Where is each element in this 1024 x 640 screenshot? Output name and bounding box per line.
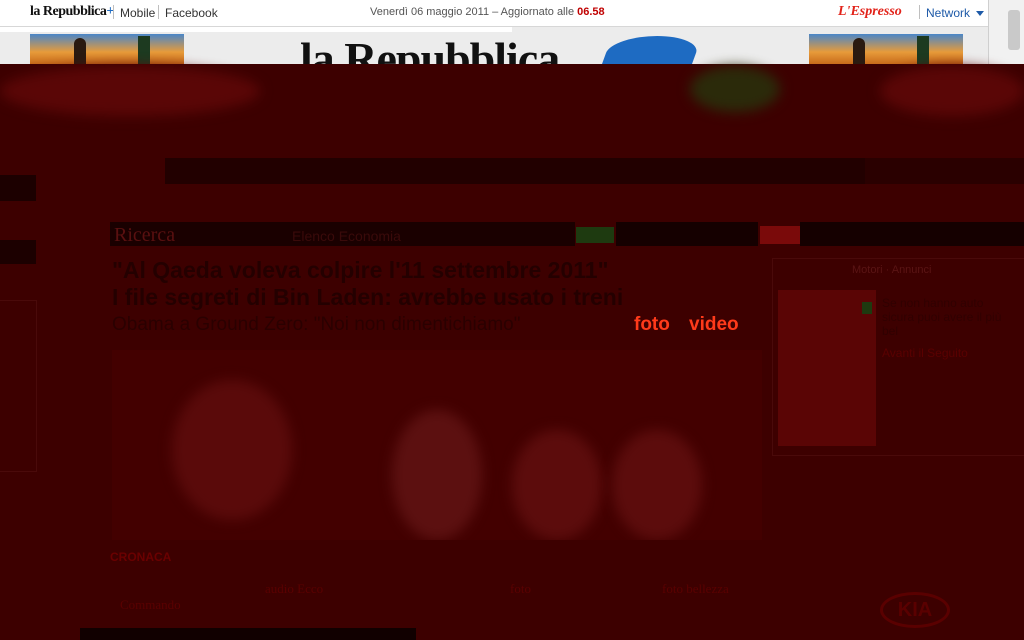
cronaca-label[interactable]: CRONACA (110, 550, 171, 564)
section-bar-right (800, 222, 1024, 246)
video-link[interactable]: video (689, 314, 739, 336)
headline-line-2[interactable]: I file segreti di Bin Laden: avrebbe usa… (112, 284, 762, 311)
left-panel (0, 300, 37, 472)
section-button[interactable] (760, 226, 800, 244)
navbar-right[interactable] (865, 158, 1024, 184)
separator (158, 5, 159, 19)
article-summary[interactable]: Obama a Ground Zero: "Noi non dimentichi… (112, 314, 520, 336)
section-title[interactable]: Ricerca (114, 224, 175, 247)
repubblica-logo[interactable]: la Repubblica (300, 30, 700, 64)
sidebar-link[interactable]: Avanti il Seguito (882, 346, 968, 360)
main-navbar[interactable] (165, 158, 865, 184)
scrollbar-thumb[interactable] (1008, 10, 1020, 50)
section-bar-mid (616, 222, 758, 246)
left-tab[interactable] (0, 175, 36, 201)
decoration (690, 66, 780, 112)
photo-figure (512, 430, 602, 540)
left-tab-2[interactable] (0, 240, 36, 264)
kia-ad-logo[interactable]: KIA (880, 592, 950, 628)
main-photo[interactable] (112, 350, 762, 540)
separator (919, 5, 920, 19)
espresso-link[interactable]: L'Espresso (838, 4, 902, 20)
headline-line-1[interactable]: "Al Qaeda voleva colpire l'11 settembre … (112, 257, 762, 284)
network-menu[interactable]: Network (926, 6, 985, 20)
photo-figure (392, 410, 482, 540)
header-ad-left[interactable] (30, 34, 184, 64)
sidebar-box-title[interactable]: Motori · Annunci (852, 264, 931, 276)
bullet-icon (862, 302, 872, 314)
bottom-bar (80, 628, 416, 640)
foto-bellezza-link[interactable]: foto bellezza (662, 581, 729, 597)
sidebar-text[interactable]: Se non hanno auto sicura puoi avere il p… (882, 296, 1002, 338)
photo-figure (172, 380, 292, 520)
date-updated: Venerdì 06 maggio 2011 – Aggiornato alle… (370, 6, 605, 18)
header-ad-right[interactable] (809, 34, 963, 64)
commando-link[interactable]: Commando (120, 597, 181, 613)
main-headline[interactable]: "Al Qaeda voleva colpire l'11 settembre … (112, 257, 762, 311)
decoration (880, 66, 1024, 116)
audio-link[interactable]: audio Ecco (265, 581, 323, 597)
section-flag (576, 227, 614, 243)
decoration (0, 66, 260, 116)
mobile-link[interactable]: Mobile (120, 6, 155, 20)
logo-swoosh-icon (599, 36, 700, 64)
facebook-link[interactable]: Facebook (165, 6, 218, 20)
chevron-down-icon (976, 11, 985, 17)
photo-figure (612, 430, 702, 540)
foto-link-bottom[interactable]: foto (510, 581, 531, 597)
section-subtitle[interactable]: Elenco Economia (292, 228, 401, 244)
foto-link[interactable]: foto (634, 314, 670, 336)
repubblica-plus-logo[interactable]: la Repubblica+ (30, 4, 114, 20)
separator (113, 5, 114, 19)
